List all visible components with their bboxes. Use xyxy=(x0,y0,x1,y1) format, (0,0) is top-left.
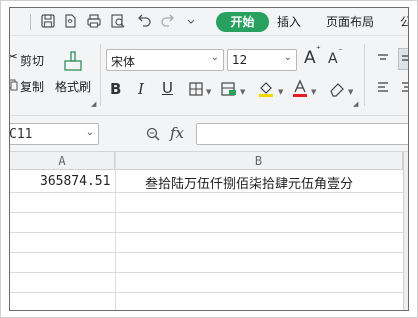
ribbon-divider xyxy=(364,44,365,106)
scissors-icon: ✂ xyxy=(10,50,18,65)
font-color-dropdown-icon[interactable]: ▼ xyxy=(311,88,316,96)
clear-dropdown-icon[interactable]: ▼ xyxy=(348,88,353,96)
undo-icon[interactable] xyxy=(136,13,152,29)
decrease-font-size-button[interactable]: A xyxy=(328,51,338,67)
borders-dropdown-icon[interactable]: ▼ xyxy=(206,88,211,96)
align-top-icon[interactable] xyxy=(376,52,390,66)
underline-button[interactable]: U xyxy=(162,79,173,97)
font-size-value: 12 xyxy=(232,53,248,67)
align-left-icon[interactable] xyxy=(376,80,390,96)
table-row[interactable] xyxy=(10,193,408,213)
align-middle-button[interactable] xyxy=(398,48,408,70)
cut-button[interactable]: 剪切 xyxy=(20,52,44,69)
spreadsheet-window: 开始 插入 页面布局 公 ✂ 剪切 复制 格式刷 ◢ 宋体 ⌄ 12 ⌄ A ⁺ xyxy=(9,7,409,311)
copy-icon xyxy=(10,79,18,91)
tab-insert[interactable]: 插入 xyxy=(277,12,301,32)
clipboard-dialog-launcher-icon[interactable]: ◢ xyxy=(91,100,96,108)
table-row: 365874.51 叁拾陆万伍仟捌佰柒拾肆元伍角壹分 xyxy=(10,170,408,193)
format-painter-icon[interactable] xyxy=(61,49,85,73)
font-dialog-launcher-icon[interactable]: ◢ xyxy=(353,100,358,108)
font-family-select[interactable]: 宋体 ⌄ xyxy=(106,49,224,71)
save-icon[interactable] xyxy=(40,13,56,29)
conditional-format-dropdown-icon[interactable]: ▼ xyxy=(240,88,245,96)
caret-down-icon: ⁻ xyxy=(338,47,343,57)
screenshot-frame: 开始 插入 页面布局 公 ✂ 剪切 复制 格式刷 ◢ 宋体 ⌄ 12 ⌄ A ⁺ xyxy=(0,0,418,318)
table-row[interactable] xyxy=(10,293,408,310)
table-row[interactable] xyxy=(10,213,408,233)
print-icon[interactable] xyxy=(86,13,102,29)
table-row[interactable] xyxy=(10,233,408,253)
ribbon-divider xyxy=(100,44,101,106)
caret-up-icon: ⁺ xyxy=(316,45,321,55)
print-preview-icon[interactable] xyxy=(110,13,126,29)
bold-button[interactable]: B xyxy=(110,80,121,98)
redo-icon[interactable] xyxy=(160,13,176,29)
ribbon-toolbar: ✂ 剪切 复制 格式刷 ◢ 宋体 ⌄ 12 ⌄ A ⁺ A ⁻ B I U xyxy=(10,36,409,116)
copy-button[interactable]: 复制 xyxy=(20,78,44,95)
table-row[interactable] xyxy=(10,273,408,293)
formula-input[interactable] xyxy=(196,123,408,145)
fill-color-dropdown-icon[interactable]: ▼ xyxy=(278,88,283,96)
cell-b1[interactable]: 叁拾陆万伍仟捌佰柒拾肆元伍角壹分 xyxy=(145,173,353,192)
column-divider xyxy=(115,152,116,310)
font-size-select[interactable]: 12 ⌄ xyxy=(227,49,297,71)
column-header-b[interactable]: B xyxy=(115,152,403,170)
column-header-a[interactable]: A xyxy=(10,152,115,170)
chevron-down-icon: ⌄ xyxy=(85,127,94,138)
increase-font-size-button[interactable]: A xyxy=(304,48,316,68)
cell-a1[interactable]: 365874.51 xyxy=(40,174,110,189)
tab-page-layout[interactable]: 页面布局 xyxy=(326,12,374,32)
fill-color-icon[interactable] xyxy=(257,79,275,98)
align-middle-icon xyxy=(402,55,408,61)
name-box-value: C11 xyxy=(9,127,33,142)
conditional-format-icon[interactable] xyxy=(220,81,238,97)
font-family-value: 宋体 xyxy=(111,55,136,69)
borders-icon[interactable] xyxy=(188,81,204,97)
tab-home[interactable]: 开始 xyxy=(216,12,269,32)
format-painter-button[interactable]: 格式刷 xyxy=(55,78,91,95)
menu-divider xyxy=(30,14,31,30)
vertical-scrollbar[interactable] xyxy=(403,152,408,310)
zoom-search-icon[interactable] xyxy=(145,126,161,142)
sheet-grid[interactable]: A B 365874.51 叁拾陆万伍仟捌佰柒拾肆元伍角壹分 xyxy=(10,152,408,310)
chevron-down-icon: ⌄ xyxy=(283,52,292,63)
quick-access-more-icon[interactable] xyxy=(186,13,196,29)
align-center-icon[interactable] xyxy=(400,80,409,96)
italic-button[interactable]: I xyxy=(138,80,144,98)
formula-bar: C11 ⌄ fx xyxy=(9,116,408,152)
name-box[interactable]: C11 ⌄ xyxy=(9,123,99,145)
insert-function-button[interactable]: fx xyxy=(170,124,184,142)
eraser-icon[interactable] xyxy=(328,81,346,97)
menu-bar: 开始 插入 页面布局 公 xyxy=(10,8,408,36)
tab-formulas[interactable]: 公 xyxy=(400,12,408,32)
chevron-down-icon: ⌄ xyxy=(210,52,219,63)
export-pdf-icon[interactable] xyxy=(62,13,78,29)
table-row[interactable] xyxy=(10,253,408,273)
font-color-icon[interactable] xyxy=(292,79,308,98)
